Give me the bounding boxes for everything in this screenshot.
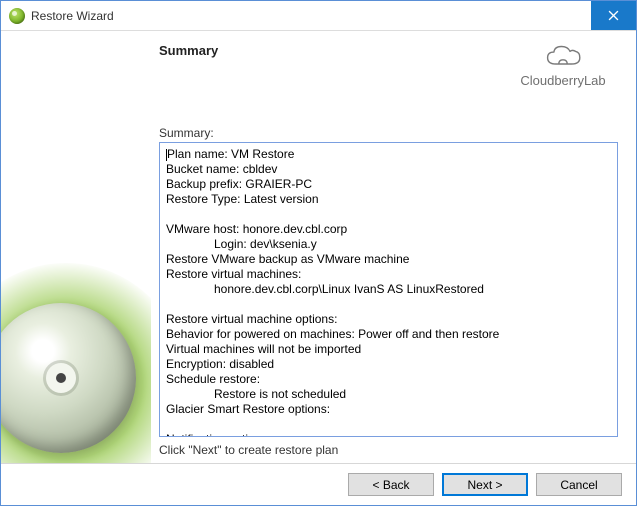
summary-line: Encryption: disabled xyxy=(166,357,611,372)
brand-block: CloudberryLab xyxy=(508,43,618,88)
summary-line: honore.dev.cbl.corp\Linux IvanS AS Linux… xyxy=(166,282,611,297)
summary-line: Glacier Smart Restore options: xyxy=(166,402,611,417)
summary-textbox[interactable]: Plan name: VM Restore Bucket name: cblde… xyxy=(159,142,618,437)
window-title: Restore Wizard xyxy=(31,9,114,23)
app-icon xyxy=(9,8,25,24)
summary-line: Restore Type: Latest version xyxy=(166,192,611,207)
summary-line: VMware host: honore.dev.cbl.corp xyxy=(166,222,611,237)
summary-line: Virtual machines will not be imported xyxy=(166,342,611,357)
cancel-button[interactable]: Cancel xyxy=(536,473,622,496)
titlebar: Restore Wizard xyxy=(1,1,636,31)
summary-line: Restore virtual machine options: xyxy=(166,312,611,327)
summary-line: Behavior for powered on machines: Power … xyxy=(166,327,611,342)
summary-line: Schedule restore: xyxy=(166,372,611,387)
summary-line: Restore virtual machines: xyxy=(166,267,611,282)
summary-line: Plan name: VM Restore xyxy=(167,147,294,161)
wizard-body: Summary CloudberryLab Summary: Plan name… xyxy=(1,31,636,463)
wizard-sidebar xyxy=(1,31,151,463)
summary-line: Login: dev\ksenia.y xyxy=(166,237,611,252)
cloud-icon xyxy=(542,43,584,71)
summary-line: Restore VMware backup as VMware machine xyxy=(166,252,611,267)
brand-text: CloudberryLab xyxy=(508,73,618,88)
summary-label: Summary: xyxy=(159,126,618,140)
close-icon xyxy=(608,10,619,21)
wizard-content: Summary CloudberryLab Summary: Plan name… xyxy=(151,31,636,463)
summary-line: Backup prefix: GRAIER-PC xyxy=(166,177,611,192)
summary-line: Restore is not scheduled xyxy=(166,387,611,402)
back-button[interactable]: < Back xyxy=(348,473,434,496)
summary-line: Bucket name: cbldev xyxy=(166,162,611,177)
page-heading: Summary xyxy=(159,43,218,58)
summary-line: Notification options: xyxy=(166,432,611,437)
close-button[interactable] xyxy=(591,1,636,30)
next-button[interactable]: Next > xyxy=(442,473,528,496)
wizard-hint: Click "Next" to create restore plan xyxy=(159,443,618,457)
button-bar: < Back Next > Cancel xyxy=(1,463,636,505)
sidebar-art xyxy=(1,263,151,463)
